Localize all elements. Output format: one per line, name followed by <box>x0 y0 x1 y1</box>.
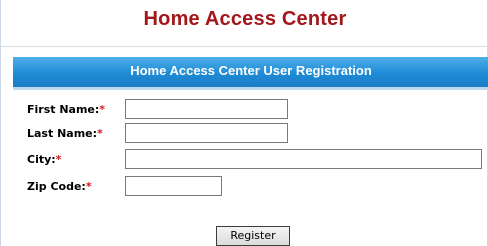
first-name-label-text: First Name: <box>27 103 100 116</box>
registration-panel: Home Access Center Home Access Center Us… <box>0 0 488 246</box>
required-marker: * <box>99 103 106 116</box>
required-marker: * <box>97 127 103 140</box>
first-name-field[interactable] <box>125 99 288 119</box>
banner-underline <box>13 87 488 90</box>
last-name-label: Last Name:* <box>27 127 103 140</box>
city-field[interactable] <box>125 149 482 169</box>
last-name-field[interactable] <box>125 123 288 143</box>
last-name-label-text: Last Name: <box>27 127 98 140</box>
app-title: Home Access Center <box>143 8 347 30</box>
required-marker: * <box>55 153 62 166</box>
header-divider <box>1 46 488 47</box>
zip-code-field[interactable] <box>125 176 222 196</box>
section-banner: Home Access Center User Registration <box>13 57 488 87</box>
city-label-text: City: <box>27 153 56 166</box>
register-button[interactable]: Register <box>216 226 290 246</box>
required-marker: * <box>85 180 92 193</box>
zip-code-label-text: Zip Code: <box>27 180 86 193</box>
section-title: Home Access Center User Registration <box>130 63 372 78</box>
zip-code-label: Zip Code:* <box>27 180 92 193</box>
first-name-label: First Name:* <box>27 103 105 116</box>
city-label: City:* <box>27 153 61 166</box>
